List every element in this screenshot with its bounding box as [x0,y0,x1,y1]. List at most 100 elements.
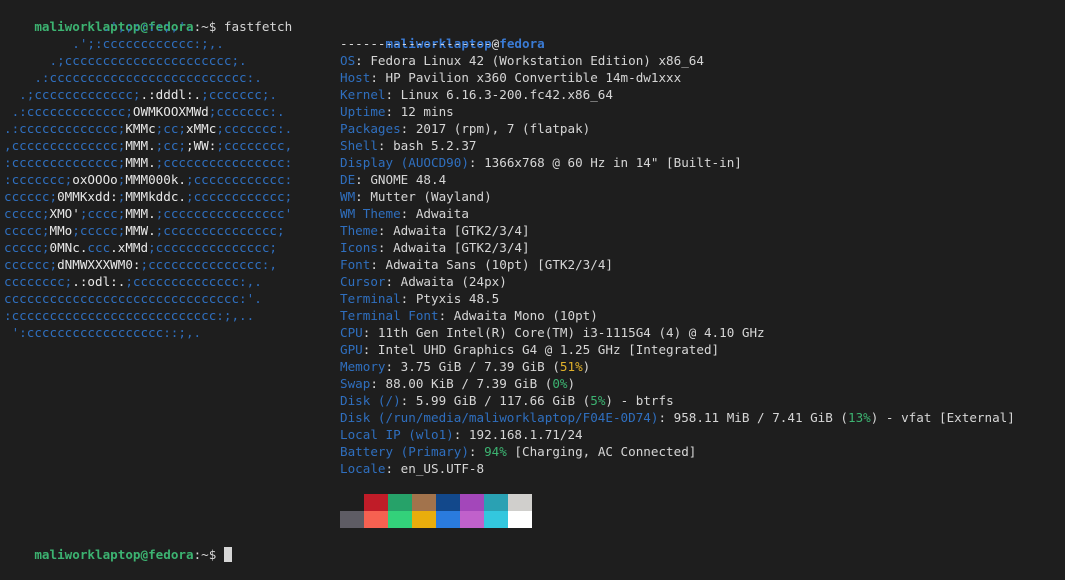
logo-line: .;cccccccccccccccccccccc;. [4,52,292,69]
info-row: Font: Adwaita Sans (10pt) [GTK2/3/4] [340,256,1015,273]
terminal-window[interactable]: maliworklaptop@fedora:~$ fastfetch .',;:… [0,0,1065,562]
info-value: 12 mins [400,104,454,119]
info-colon: : [400,121,416,136]
info-row: Terminal: Ptyxis 48.5 [340,290,1015,307]
info-colon: : [400,206,416,221]
info-key: CPU [340,325,363,340]
info-key: Memory [340,359,386,374]
logo-segment: ;cc; [155,138,187,153]
logo-line: ccccc;MMo;ccccc;MMW.;ccccccccccccccc; [4,222,292,239]
info-title: maliworklaptop@fedora [340,18,1015,51]
info-key: Uptime [340,104,386,119]
info-key: Swap [340,376,371,391]
info-row: Display (AUOCD90): 1366x768 @ 60 Hz in 1… [340,154,1015,171]
info-row: Local IP (wlo1): 192.168.1.71/24 [340,426,1015,443]
logo-segment: ;cccccccccccc; [186,189,293,204]
logo-line: cccccc;0MMKxdd:;MMMkddc.;cccccccccccc; [4,188,292,205]
text-cursor [223,547,232,562]
info-value: Adwaita (24px) [400,274,507,289]
info-colon: : [362,342,378,357]
logo-line: :ccccccccccccccccccccccccccc:;,.. [4,307,292,324]
logo-segment: ,cccccccccccccc; [4,138,126,153]
info-key: Local IP (wlo1) [340,427,454,442]
info-row: Packages: 2017 (rpm), 7 (flatpak) [340,120,1015,137]
info-row: Locale: en_US.UTF-8 [340,460,1015,477]
info-key: Terminal [340,291,401,306]
logo-segment: .:dddl:. [140,87,202,102]
info-value: GNOME 48.4 [370,172,447,187]
logo-segment: MMM000k. [125,172,187,187]
logo-segment: :cccccccccccccc; [4,155,126,170]
palette-swatch [484,511,508,528]
info-value: en_US.UTF-8 [400,461,485,476]
logo-segment: :ccccccc; [4,172,73,187]
logo-segment: ccccc; [4,206,50,221]
info-colon: : [370,257,386,272]
logo-segment: ;cccccccccccccccc' [155,206,293,221]
logo-segment: ;ccccccc:. [208,104,285,119]
logo-line: ':cccccccccccccccccc::;,. [4,324,292,341]
info-colon: : [400,393,416,408]
info-colon: : [370,376,386,391]
info-colon: : [377,138,394,153]
logo-line: .:ccccccccccccc;OWMKOOXMWd;ccccccc:. [4,103,292,120]
info-colon: : [400,291,416,306]
logo-segment: ccccccccccccccccccccccccccccccc:'. [4,291,262,306]
info-colon: : [370,70,386,85]
info-value: Ptyxis 48.5 [415,291,500,306]
info-row: Icons: Adwaita [GTK2/3/4] [340,239,1015,256]
logo-segment: XMO' [49,206,80,221]
info-value: [Charging, AC Connected] [506,444,697,459]
info-value: Intel UHD Graphics G4 @ 1.25 GHz [Integr… [377,342,720,357]
palette-swatch [412,494,436,511]
logo-line: ccccc;0MNc.ccc.xMMd;ccccccccccccccc; [4,239,292,256]
info-colon: : [355,189,371,204]
logo-segment: ccc [87,240,111,255]
info-key: Cursor [340,274,386,289]
palette-swatch [364,494,388,511]
logo-segment: MMM. [125,155,156,170]
palette-swatch [388,511,412,528]
palette-swatch [484,494,508,511]
info-key: OS [340,53,356,68]
logo-segment: .:ccccccccccccc; [4,104,133,119]
info-key: GPU [340,342,363,357]
info-value: 958.11 MiB / 7.41 GiB ( [673,410,849,425]
logo-line: cccccccc;.:odl:.;cccccccccccccc:,. [4,273,292,290]
current-prompt-line[interactable]: maliworklaptop@fedora:~$ [4,529,232,580]
info-colon: : [362,325,378,340]
prompt-suffix: :~$ [193,547,224,562]
palette-swatch [340,494,364,511]
logo-segment: cccccc; [4,189,58,204]
palette-swatch [508,511,532,528]
logo-segment: ;cccccccccccccccc: [155,155,293,170]
info-title-host: fedora [499,36,545,51]
info-value: 13% [848,410,871,425]
logo-line: ccccccccccccccccccccccccccccccc:'. [4,290,292,307]
logo-segment: ':cccccccccccccccccc::;,. [4,325,202,340]
info-row: Terminal Font: Adwaita Mono (10pt) [340,307,1015,324]
logo-line: .',;::::;,'. [4,18,292,35]
info-colon: : [468,155,485,170]
logo-segment: ccccc; [4,240,50,255]
logo-segment: MMM. [125,138,156,153]
logo-segment: MMM. [125,206,156,221]
logo-segment: .;ccccccccccccc; [4,87,141,102]
info-key: Kernel [340,87,386,102]
system-info-panel: maliworklaptop@fedora ------------------… [340,18,1015,477]
info-row: Swap: 88.00 KiB / 7.39 GiB (0%) [340,375,1015,392]
info-row: WM: Mutter (Wayland) [340,188,1015,205]
info-value: 94% [484,444,507,459]
info-value: 5.99 GiB / 117.66 GiB ( [415,393,591,408]
logo-line: ,cccccccccccccc;MMM.;cc;;WW:;cccccccc, [4,137,292,154]
logo-segment: .:ccccccccccccc; [4,121,126,136]
logo-segment: MMMkddc. [125,189,187,204]
info-row: OS: Fedora Linux 42 (Workstation Edition… [340,52,1015,69]
logo-segment: .;cccccccccccccccccccccc;. [4,53,247,68]
info-key: Theme [340,223,378,238]
info-row: Uptime: 12 mins [340,103,1015,120]
info-row: CPU: 11th Gen Intel(R) Core(TM) i3-1115G… [340,324,1015,341]
info-key: Display (AUOCD90) [340,155,469,170]
palette-swatch [436,494,460,511]
info-separator: --------------------- [340,36,500,51]
